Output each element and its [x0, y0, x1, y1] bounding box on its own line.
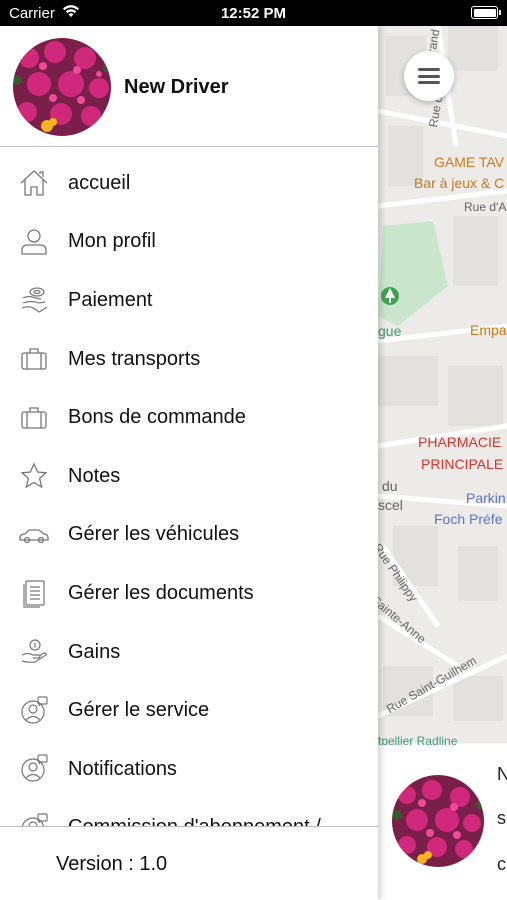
- menu-item-mes-transports[interactable]: Mes transports: [0, 330, 378, 389]
- map-label-emp: Empa: [470, 322, 507, 338]
- map-label-parking: Parkin: [466, 490, 506, 506]
- menu-item-label: accueil: [68, 171, 131, 194]
- app-version: Version : 1.0: [56, 853, 168, 875]
- battery-icon: [471, 6, 501, 19]
- avatar[interactable]: [13, 38, 111, 136]
- map-label-du: du: [382, 478, 398, 494]
- map-label-rue-da: Rue d'A: [464, 200, 507, 214]
- document-icon: [18, 577, 50, 609]
- menu-item-label: Gérer les véhicules: [68, 523, 240, 546]
- card-text-line3: c: [497, 854, 506, 874]
- menu-item-label: Notes: [68, 464, 121, 487]
- menu-item-paiement[interactable]: Paiement: [0, 271, 378, 330]
- menu-item-label: Commission d'abonnement /: [68, 816, 321, 826]
- map-label-foch: Foch Préfe: [434, 511, 503, 527]
- home-icon: [18, 167, 50, 199]
- map-label-principale: PRINCIPALE: [421, 456, 504, 472]
- notification-agent-icon: [18, 753, 50, 785]
- menu-item-label: Bons de commande: [68, 406, 246, 429]
- menu-item-gerer-documents[interactable]: Gérer les documents: [0, 564, 378, 623]
- menu-item-mon-profil[interactable]: Mon profil: [0, 213, 378, 272]
- menu-item-gains[interactable]: Gains: [0, 623, 378, 682]
- menu-item-label: Gérer le service: [68, 699, 210, 722]
- briefcase-icon: [18, 343, 50, 375]
- drawer-footer: Version : 1.0: [0, 826, 378, 900]
- clock: 12:52 PM: [220, 5, 287, 22]
- map-label-scel: scel: [378, 497, 403, 513]
- person-icon: [18, 226, 50, 258]
- card-avatar: [392, 775, 484, 867]
- menu-item-accueil[interactable]: accueil: [0, 154, 378, 213]
- menu-button[interactable]: [404, 51, 454, 101]
- map-label-pharmacie: PHARMACIE: [418, 434, 502, 450]
- driver-name: New Driver: [124, 76, 229, 98]
- menu-item-label: Mes transports: [68, 347, 201, 370]
- menu-item-gerer-vehicules[interactable]: Gérer les véhicules: [0, 506, 378, 565]
- card-text-line2: s: [497, 808, 506, 828]
- drawer-menu: accueil Mon profil Paiement Mes transpor…: [0, 154, 378, 826]
- menu-item-label: Notifications: [68, 757, 177, 780]
- map-label-gue: gue: [378, 323, 402, 339]
- drawer-header: New Driver: [0, 26, 378, 147]
- card-text-line1: N: [497, 764, 507, 784]
- menu-item-label: Mon profil: [68, 230, 156, 253]
- menu-item-label: Gains: [68, 640, 121, 663]
- menu-item-label: Paiement: [68, 288, 153, 311]
- map-label-bar: Bar à jeux & C: [414, 175, 505, 191]
- side-drawer: New Driver accueil Mon profil Paiement M…: [0, 26, 378, 900]
- briefcase-icon: [18, 402, 50, 434]
- menu-item-notes[interactable]: Notes: [0, 447, 378, 506]
- earnings-hand-icon: [18, 636, 50, 668]
- menu-item-bons-de-commande[interactable]: Bons de commande: [0, 388, 378, 447]
- payment-hand-icon: [18, 284, 50, 316]
- menu-item-gerer-service[interactable]: Gérer le service: [0, 681, 378, 740]
- car-icon: [18, 519, 50, 551]
- menu-item-label: Gérer les documents: [68, 581, 254, 604]
- menu-item-notifications[interactable]: Notifications: [0, 740, 378, 799]
- hamburger-icon: [418, 68, 440, 84]
- status-bar: Carrier 12:52 PM: [0, 0, 507, 26]
- subscription-agent-icon: [18, 812, 50, 826]
- star-icon: [18, 460, 50, 492]
- map-label-game: GAME TAV: [434, 154, 505, 170]
- service-agent-icon: [18, 695, 50, 727]
- menu-item-commission[interactable]: Commission d'abonnement /: [0, 799, 378, 826]
